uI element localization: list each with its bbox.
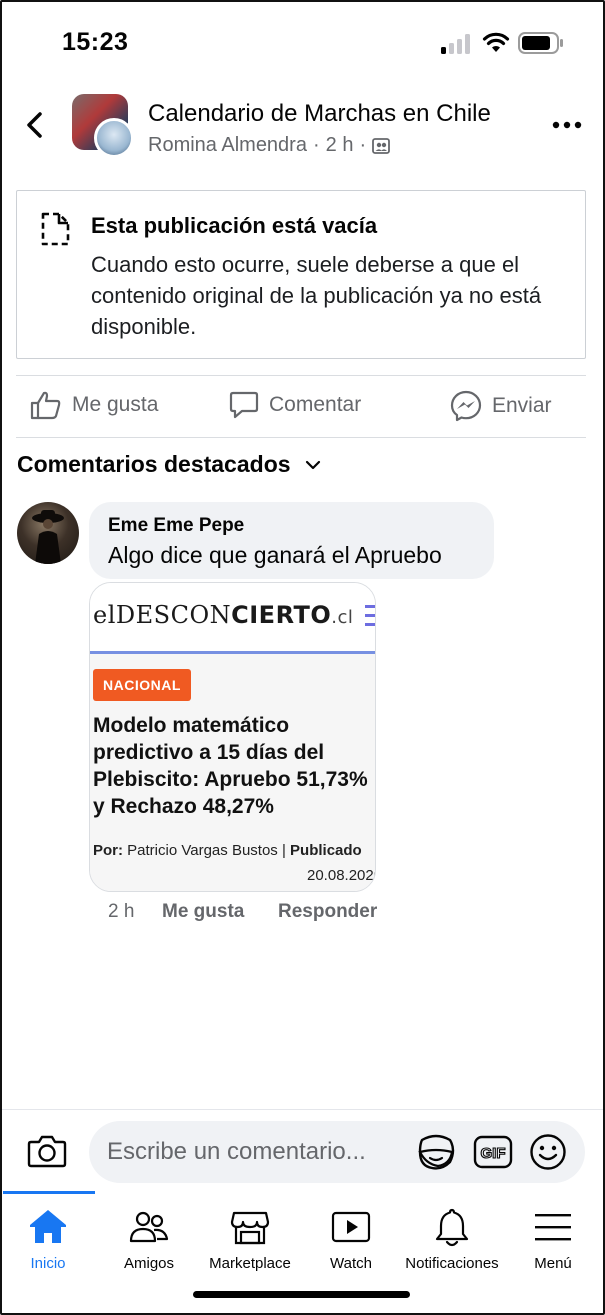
like-button[interactable]: Me gusta: [30, 390, 158, 420]
emoji-icon[interactable]: [529, 1133, 567, 1171]
menu-icon: [535, 1214, 571, 1241]
group-audience-icon: [372, 137, 391, 154]
document-icon: [41, 212, 70, 246]
meta-separator: ·: [312, 134, 320, 156]
tab-inicio[interactable]: Inicio: [0, 1205, 103, 1272]
comment-input-wrap: GIF: [89, 1121, 585, 1183]
tab-amigos[interactable]: Amigos: [94, 1205, 204, 1272]
comment-bubble: Eme Eme Pepe Algo dice que ganará el Apr…: [89, 502, 494, 579]
comments-heading: Comentarios destacados: [17, 451, 291, 477]
send-label: Enviar: [492, 394, 552, 417]
empty-post-notice: Esta publicación está vacía Cuando esto …: [16, 190, 586, 359]
messenger-icon: [450, 390, 482, 422]
tab-notificaciones[interactable]: Notificaciones: [397, 1205, 507, 1272]
avatar-figure-icon: [32, 510, 64, 564]
home-indicator[interactable]: [193, 1291, 410, 1298]
article-headline: Modelo matemático predictivo a 15 días d…: [93, 714, 368, 818]
post-meta: Romina Almendra · 2 h ·: [148, 134, 391, 157]
comments-filter[interactable]: Comentarios destacados: [17, 451, 321, 478]
comment-composer: GIF: [0, 1109, 605, 1191]
back-arrow-icon[interactable]: [22, 108, 50, 142]
publisher-logo: elDESCONCIERTO.cl: [93, 601, 354, 629]
divider: [16, 437, 586, 438]
camera-icon[interactable]: [27, 1134, 67, 1168]
article-date: 20.08.2020: [307, 867, 376, 884]
group-avatar[interactable]: [72, 94, 136, 158]
friends-icon: [129, 1211, 169, 1243]
status-bar: 15:23: [0, 24, 605, 64]
comment-text: Algo dice que ganará el Apruebo: [108, 542, 442, 568]
comment-time[interactable]: 2 h: [108, 901, 134, 923]
comment-image-attachment[interactable]: elDESCONCIERTO.cl NACIONAL Modelo matemá…: [89, 582, 376, 892]
post-time[interactable]: 2 h: [326, 134, 354, 157]
divider: [16, 375, 586, 376]
status-time: 15:23: [62, 28, 129, 56]
comment-label: Comentar: [269, 393, 362, 416]
group-name[interactable]: Calendario de Marchas en Chile: [148, 100, 491, 128]
tab-label: Notificaciones: [405, 1255, 499, 1272]
active-tab-indicator: [3, 1191, 95, 1194]
tab-label: Menú: [534, 1255, 572, 1272]
comment-bubble-icon: [229, 391, 259, 419]
cellular-signal-icon: [441, 34, 470, 54]
notice-title: Esta publicación está vacía: [91, 213, 378, 238]
comment-button[interactable]: Comentar: [229, 390, 361, 420]
send-button[interactable]: Enviar: [450, 390, 552, 422]
notice-body: Cuando esto ocurre, suele deberse a que …: [91, 252, 542, 339]
tab-label: Marketplace: [209, 1255, 291, 1272]
chevron-down-icon: [305, 460, 320, 469]
meta-separator: ·: [359, 134, 367, 156]
marketplace-icon: [230, 1211, 270, 1245]
bell-icon: [435, 1208, 469, 1247]
comment-like-button[interactable]: Me gusta: [162, 901, 244, 923]
tab-menu[interactable]: Menú: [498, 1205, 605, 1272]
sticker-icon[interactable]: [416, 1134, 456, 1172]
post-actions: Me gusta Comentar Enviar: [0, 386, 605, 430]
svg-text:GIF: GIF: [481, 1145, 506, 1162]
wifi-icon: [482, 32, 510, 52]
article-header: elDESCONCIERTO.cl: [90, 583, 375, 651]
more-options-icon[interactable]: [552, 120, 582, 130]
comment-author[interactable]: Eme Eme Pepe: [108, 515, 244, 537]
post-author[interactable]: Romina Almendra: [148, 134, 307, 157]
category-tag: NACIONAL: [93, 669, 191, 701]
battery-icon: [518, 32, 563, 54]
watch-icon: [331, 1211, 371, 1243]
commenter-avatar[interactable]: [17, 502, 79, 564]
post-header: Calendario de Marchas en Chile Romina Al…: [0, 90, 605, 160]
tab-label: Watch: [330, 1255, 372, 1272]
author-avatar: [94, 118, 134, 158]
like-label: Me gusta: [72, 393, 159, 416]
home-icon: [30, 1210, 66, 1243]
comment-reply-button[interactable]: Responder: [278, 901, 377, 923]
comment-input[interactable]: [107, 1133, 397, 1171]
tab-watch[interactable]: Watch: [296, 1205, 406, 1272]
tab-marketplace[interactable]: Marketplace: [195, 1205, 305, 1272]
thumbs-up-icon: [30, 391, 61, 420]
tab-label: Amigos: [123, 1255, 175, 1272]
article-byline: Por: Patricio Vargas Bustos | Publicado: [93, 842, 362, 859]
gif-icon[interactable]: GIF: [473, 1135, 513, 1169]
article-body: NACIONAL Modelo matemático predictivo a …: [90, 654, 376, 891]
tab-label: Inicio: [30, 1255, 66, 1272]
hamburger-icon: [365, 605, 375, 626]
